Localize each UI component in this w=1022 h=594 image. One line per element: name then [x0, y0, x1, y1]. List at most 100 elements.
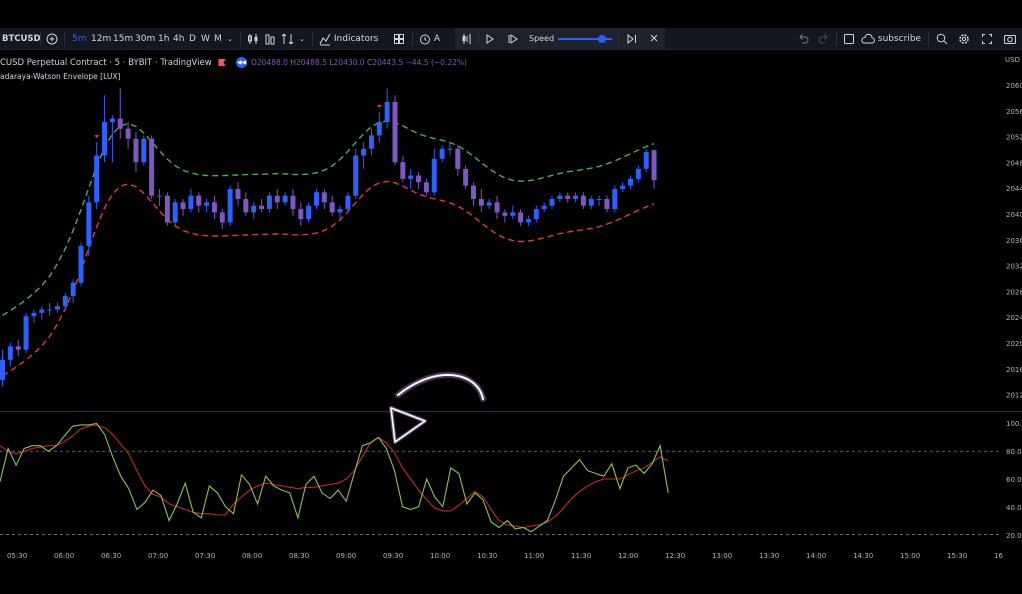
candle	[188, 188, 194, 213]
candle-body	[549, 199, 555, 206]
candle-body	[533, 209, 539, 220]
candle-body	[7, 346, 13, 360]
time-tick-label: 09:30	[383, 552, 403, 560]
candle-body	[337, 209, 343, 213]
candle-body	[463, 168, 469, 186]
candle-body	[188, 195, 194, 210]
price-tick-label: 2048	[1006, 159, 1022, 167]
candle-body	[149, 138, 155, 196]
candle-body	[596, 199, 602, 201]
candle-body	[439, 148, 445, 159]
candle	[117, 88, 123, 139]
candle	[125, 121, 131, 149]
candle-body	[321, 192, 327, 203]
candle	[494, 195, 500, 220]
candle-body	[204, 202, 210, 206]
candle-body	[78, 245, 84, 283]
candle	[604, 195, 610, 213]
candle-body	[345, 195, 351, 210]
candle-body	[494, 202, 500, 213]
candle	[211, 195, 217, 220]
candle-body	[219, 212, 225, 223]
candle	[525, 215, 531, 226]
candle	[298, 202, 304, 226]
candle-body	[298, 209, 304, 220]
oscillator-tick-label: 20.0	[1006, 532, 1022, 540]
candle	[266, 192, 272, 213]
time-tick-label: 12:00	[618, 552, 638, 560]
candle	[612, 185, 618, 213]
candle-body	[423, 182, 429, 193]
oscillator-signal-line	[0, 424, 669, 529]
chart-canvas[interactable]: USD 2060 2056 2052 2048 2044 2040 2036 2032 2028 2…	[0, 0, 1022, 594]
candle	[227, 185, 233, 226]
candle-body	[259, 205, 265, 210]
candle-body	[329, 202, 335, 213]
candle-body	[651, 150, 657, 181]
time-tick-label: 12:30	[665, 552, 685, 560]
candle-body	[392, 101, 398, 163]
time-tick-label: 05:30	[7, 552, 27, 560]
oscillator-tick-label: 80.0	[1006, 448, 1022, 456]
candle	[86, 195, 92, 256]
candle	[361, 142, 367, 169]
candle	[478, 188, 484, 213]
candle	[274, 188, 280, 210]
candle	[31, 309, 37, 323]
candle-body	[612, 188, 618, 210]
oscillator-tick-label: 100.0	[1006, 420, 1022, 428]
candle-body	[400, 162, 406, 179]
candle	[180, 199, 186, 216]
price-tick-label: 2056	[1006, 108, 1022, 116]
candle-body	[486, 202, 492, 206]
price-tick-label: 2016	[1006, 366, 1022, 374]
time-tick-label: 06:30	[101, 552, 121, 560]
candle-body	[525, 219, 531, 223]
candle	[486, 199, 492, 210]
price-tick-label: 2060	[1006, 82, 1022, 90]
candle	[102, 95, 108, 163]
time-tick-label: 08:30	[289, 552, 309, 560]
time-tick-label: 06:00	[54, 552, 74, 560]
candle	[565, 192, 571, 203]
candle	[243, 192, 249, 216]
candle-body	[70, 282, 76, 297]
candle-body	[251, 205, 257, 213]
candle	[219, 209, 225, 230]
candle-body	[557, 195, 563, 200]
candle	[306, 202, 312, 223]
candle	[329, 195, 335, 216]
candle	[628, 175, 633, 189]
candle-body	[172, 202, 178, 223]
candle	[376, 111, 382, 143]
curved-arrow-annotation	[389, 371, 486, 444]
candle	[78, 242, 84, 287]
candle	[7, 343, 13, 367]
time-tick-label: 11:30	[571, 552, 591, 560]
price-tick-label: 2044	[1006, 185, 1022, 193]
candle	[196, 192, 202, 213]
candle-body	[15, 346, 21, 350]
time-tick-label: 15:30	[947, 552, 967, 560]
candle-body	[541, 205, 547, 210]
candle-body	[306, 205, 312, 220]
candle-body	[580, 195, 586, 206]
time-tick-label: 10:00	[430, 552, 450, 560]
candle-body	[416, 175, 422, 183]
candle-body	[102, 121, 108, 156]
candle-body	[408, 175, 414, 179]
candle	[0, 349, 5, 387]
candle-body	[54, 306, 60, 310]
price-axis-background	[1004, 50, 1022, 544]
candle-body	[196, 195, 202, 206]
price-tick-label: 2036	[1006, 237, 1022, 245]
candle-body	[39, 309, 45, 313]
candle-body	[274, 195, 280, 203]
candle	[141, 135, 147, 166]
candle	[651, 150, 657, 189]
candle	[471, 182, 476, 206]
candle	[109, 115, 115, 163]
candle	[423, 178, 429, 196]
candle-body	[125, 128, 131, 139]
candle	[392, 95, 398, 166]
